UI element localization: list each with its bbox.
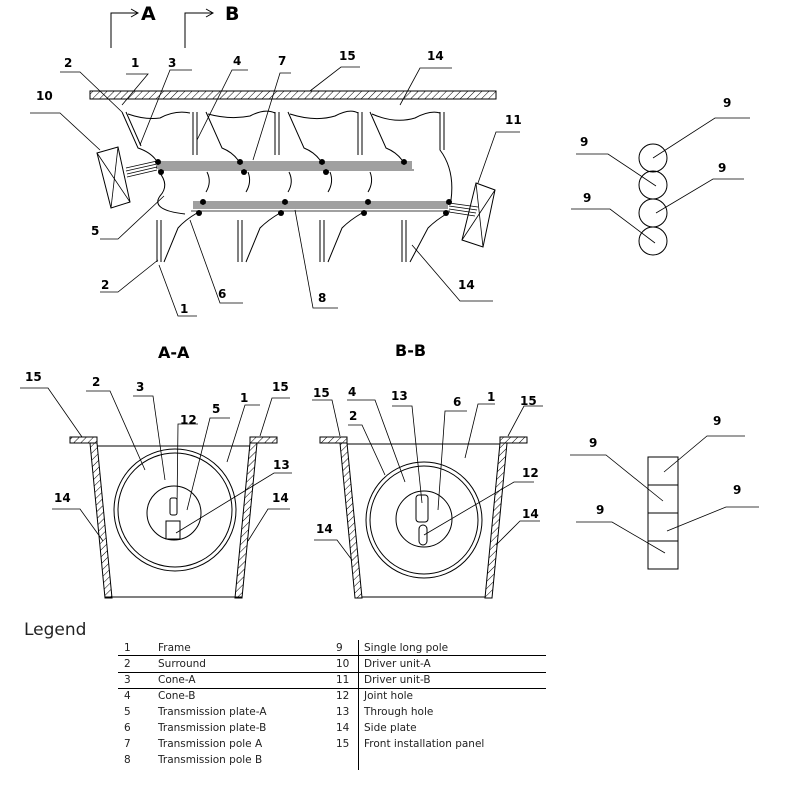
transmission-pole-a (156, 161, 414, 171)
section-a-a: A-A 15 2 3 12 5 1 15 13 14 14 (20, 343, 292, 599)
single-long-pole (638, 198, 668, 228)
callout-label: 3 (168, 56, 176, 70)
joints (155, 159, 452, 216)
driver-unit-a (96, 146, 158, 209)
callout-label: 9 (583, 191, 591, 205)
callout-label: 15 (25, 370, 42, 384)
technical-drawing: A B 2 1 3 4 7 15 14 10 11 5 2 1 6 8 14 9… (20, 3, 759, 599)
callout-label: 9 (733, 483, 741, 497)
callout-label: 15 (520, 394, 537, 408)
round-pole-view: 9 9 9 9 (571, 96, 750, 256)
callout-label: 12 (522, 466, 539, 480)
callout-label: 4 (233, 54, 241, 68)
callout-label: 10 (36, 89, 53, 103)
callout-label: 7 (278, 54, 286, 68)
callout-label: 11 (505, 113, 522, 127)
callout-label: 1 (180, 302, 188, 316)
callout-label: 2 (64, 56, 72, 70)
callout-label: 2 (101, 278, 109, 292)
callout-label: 8 (318, 291, 326, 305)
section-marker-b: B (184, 3, 239, 48)
callout-label: 5 (91, 224, 99, 238)
callout-label: 2 (92, 375, 100, 389)
callout-label: 1 (131, 56, 139, 70)
lower-cones (156, 212, 449, 263)
section-b-b: B-B 15 4 13 6 1 15 2 12 14 14 (312, 341, 543, 599)
callout-label: 14 (522, 507, 539, 521)
callout-label: 9 (580, 135, 588, 149)
callout-label: 14 (316, 522, 333, 536)
callout-label: 9 (596, 503, 604, 517)
callout-label: 15 (339, 49, 356, 63)
transmission-pole-b (191, 201, 450, 212)
callout-label: 9 (718, 161, 726, 175)
section-marker-a-label: A (141, 3, 156, 25)
driver-unit-b (448, 182, 496, 248)
callout-label: 6 (218, 287, 226, 301)
callout-label: 14 (458, 278, 475, 292)
callout-label: 12 (180, 413, 197, 427)
callout-label: 14 (427, 49, 444, 63)
main-callouts: 2 1 3 4 7 15 14 10 11 5 2 1 6 8 14 (30, 49, 522, 317)
legend-title: Legend (24, 620, 87, 640)
square-pole-view: 9 9 9 9 (570, 414, 759, 570)
single-long-pole (638, 170, 668, 200)
callout-label: 6 (453, 395, 461, 409)
callout-label: 5 (212, 402, 220, 416)
callout-label: 9 (589, 436, 597, 450)
section-marker-b-label: B (225, 3, 239, 25)
callout-label: 14 (272, 491, 289, 505)
callout-label: 1 (240, 391, 248, 405)
callout-label: 9 (723, 96, 731, 110)
main-view: 2 1 3 4 7 15 14 10 11 5 2 1 6 8 14 (30, 49, 522, 317)
section-a-a-title: A-A (158, 343, 190, 362)
section-marker-a: A (110, 3, 156, 48)
callout-label: 13 (391, 389, 408, 403)
callout-label: 1 (487, 390, 495, 404)
callout-label: 9 (713, 414, 721, 428)
callout-label: 14 (54, 491, 71, 505)
callout-label: 15 (313, 386, 330, 400)
callout-label: 3 (136, 380, 144, 394)
section-b-b-title: B-B (395, 341, 426, 360)
callout-label: 15 (272, 380, 289, 394)
front-installation-panel (89, 90, 497, 100)
callout-label: 4 (348, 385, 356, 399)
callout-label: 2 (349, 409, 357, 423)
callout-label: 13 (273, 458, 290, 472)
